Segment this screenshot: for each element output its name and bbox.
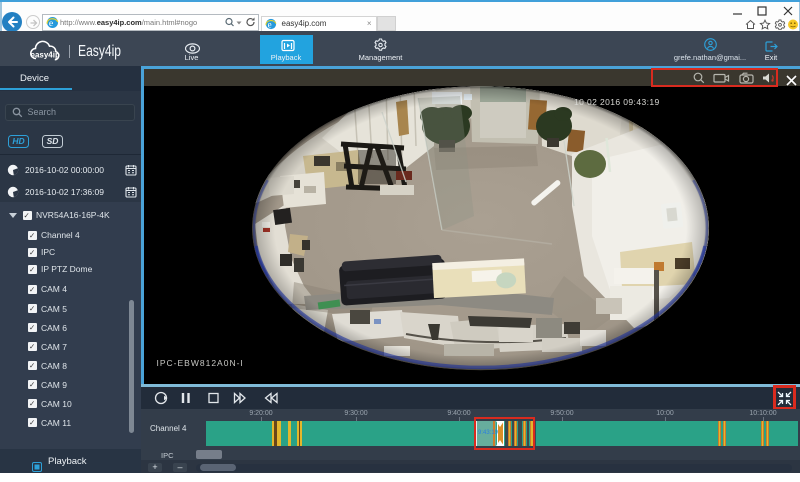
svg-text:easy4ip: easy4ip (31, 50, 60, 59)
